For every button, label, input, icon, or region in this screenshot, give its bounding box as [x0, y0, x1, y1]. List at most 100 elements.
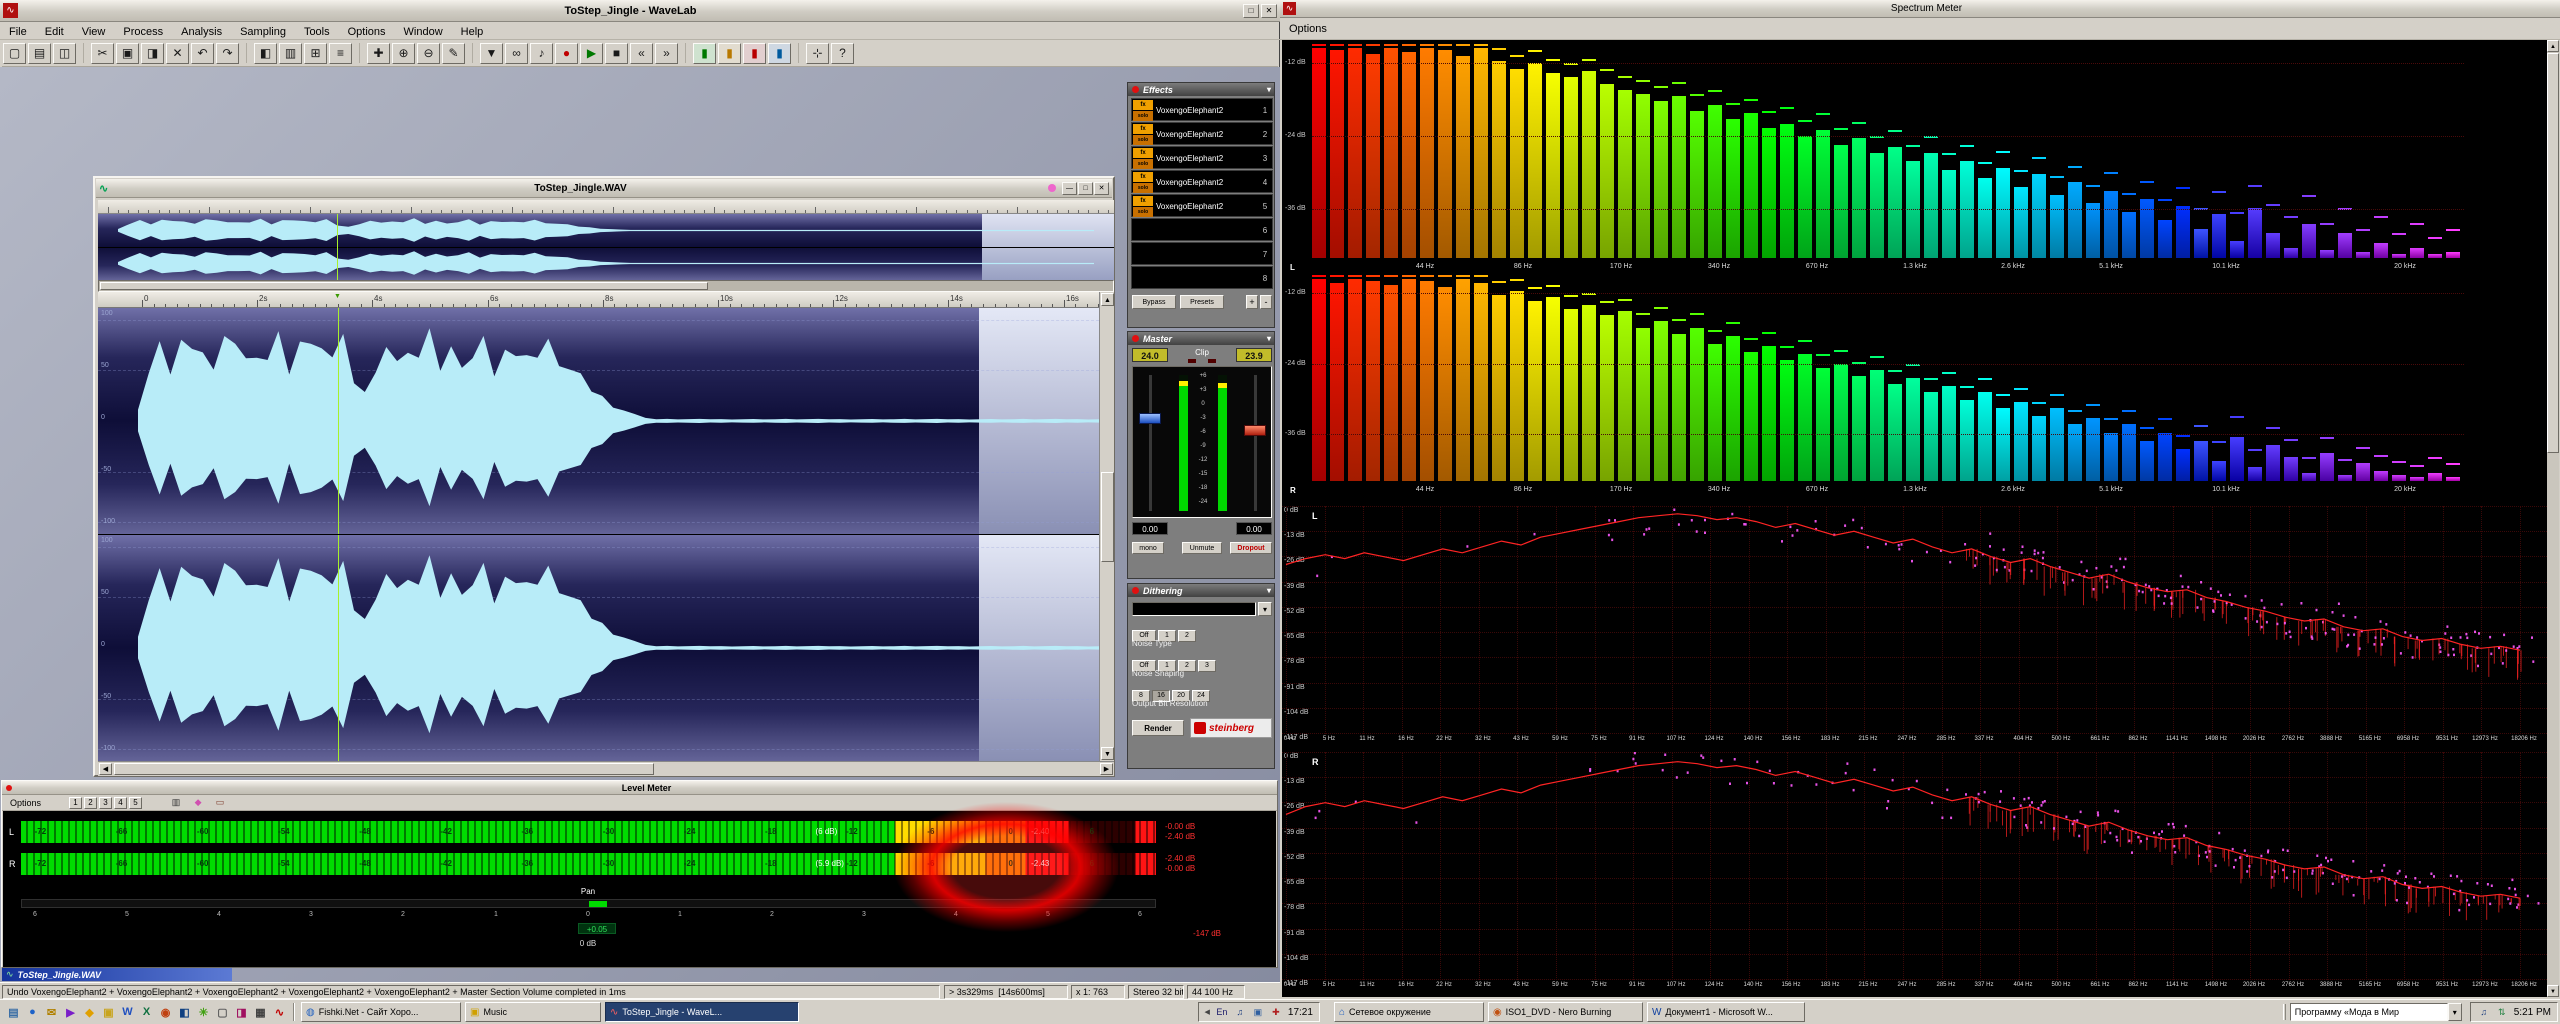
new-file-icon[interactable]: ▢: [3, 42, 26, 64]
task-wavelab[interactable]: ∿ ToStep_Jingle - WaveL...: [605, 1002, 799, 1022]
menu-view[interactable]: View: [73, 23, 115, 41]
quicklaunch-word-icon[interactable]: W: [118, 1003, 137, 1022]
task-network[interactable]: ⌂ Сетевое окружение: [1333, 1002, 1484, 1022]
tray-language-indicator[interactable]: En: [1215, 1005, 1229, 1019]
rewind-icon[interactable]: «: [630, 42, 653, 64]
overview-ruler[interactable]: [98, 200, 1114, 214]
deskband-grip[interactable]: [2282, 1004, 2286, 1020]
task-word[interactable]: W Документ1 - Microsoft W...: [1646, 1002, 1805, 1022]
help-icon[interactable]: ?: [831, 42, 854, 64]
tray-collapse-icon[interactable]: ◀: [1205, 1008, 1210, 1016]
minimize-button[interactable]: —: [1062, 181, 1077, 195]
meter-preset-button-1[interactable]: 1: [69, 796, 83, 809]
effect-name[interactable]: VoxengoElephant2: [1156, 147, 1258, 170]
snap-icon[interactable]: ⊹: [806, 42, 829, 64]
time-ruler[interactable]: 0 2s 4s 6s 8s 10s 12s 14s 16s ▼: [98, 292, 1099, 308]
spectrum-scrollbar[interactable]: ▲ ▼: [2547, 40, 2559, 997]
task-music[interactable]: ▣ Music: [465, 1002, 601, 1022]
restore-button[interactable]: □: [1243, 3, 1259, 18]
dithering-panel-header[interactable]: Dithering ▾: [1128, 584, 1274, 597]
deskband-field[interactable]: Программу «Мода в Мир: [2289, 1003, 2448, 1021]
deskband[interactable]: Программу «Мода в Мир ▾: [2282, 1002, 2462, 1022]
quicklaunch-notepad-icon[interactable]: ▢: [213, 1003, 232, 1022]
quicklaunch-paint-icon[interactable]: ◨: [232, 1003, 251, 1022]
solo-button[interactable]: solo: [1133, 159, 1153, 169]
tray-display-icon[interactable]: ▣: [1251, 1005, 1265, 1019]
master-fader-right[interactable]: [1244, 425, 1266, 436]
pencil-icon[interactable]: ✎: [442, 42, 465, 64]
fx-button[interactable]: fx: [1133, 124, 1153, 134]
reset-peaks-icon[interactable]: ◆: [190, 797, 206, 809]
tray-antivirus-icon[interactable]: ✚: [1269, 1005, 1283, 1019]
scroll-down-icon[interactable]: ▼: [1101, 747, 1114, 760]
quicklaunch-player-icon[interactable]: ▶: [61, 1003, 80, 1022]
scroll-left-icon[interactable]: ◀: [99, 763, 112, 775]
select-tool-icon[interactable]: ✚: [367, 42, 390, 64]
clock-left[interactable]: 17:21: [1288, 1007, 1313, 1018]
remove-effect-button[interactable]: -: [1260, 295, 1272, 309]
spectrum-button-icon[interactable]: ▮: [718, 42, 741, 64]
close-button[interactable]: ✕: [1261, 3, 1277, 18]
quicklaunch-wavelab-icon[interactable]: ∿: [270, 1003, 289, 1022]
zoom-in-icon[interactable]: ⊕: [392, 42, 415, 64]
view-layout-icon[interactable]: ◧: [254, 42, 277, 64]
meter-style-icon[interactable]: ▥: [168, 797, 184, 809]
level-meter-options-menu[interactable]: Options: [2, 798, 49, 808]
level-meter-button-icon[interactable]: ▮: [693, 42, 716, 64]
undo-icon[interactable]: ↶: [191, 42, 214, 64]
tray-network-icon[interactable]: ⇅: [2495, 1005, 2509, 1019]
dither-plugin-select[interactable]: [1132, 602, 1256, 616]
menu-help[interactable]: Help: [452, 23, 493, 41]
maximize-button[interactable]: □: [1078, 181, 1093, 195]
solo-button[interactable]: solo: [1133, 135, 1153, 145]
view-config-icon[interactable]: ≡: [329, 42, 352, 64]
quicklaunch-excel-icon[interactable]: X: [137, 1003, 156, 1022]
mono-button[interactable]: mono: [1132, 542, 1164, 554]
phase-button-icon[interactable]: ▮: [743, 42, 766, 64]
effect-name[interactable]: VoxengoElephant2: [1156, 195, 1258, 218]
task-nero[interactable]: ◉ ISO1_DVD - Nero Burning: [1487, 1002, 1643, 1022]
fx-button[interactable]: fx: [1133, 172, 1153, 182]
panel-menu-icon[interactable]: ▾: [1267, 586, 1271, 595]
spectrum-titlebar[interactable]: ∿ Spectrum Meter: [1280, 0, 2560, 18]
copy-icon[interactable]: ▣: [116, 42, 139, 64]
quicklaunch-mail-icon[interactable]: ✉: [42, 1003, 61, 1022]
zoom-out-icon[interactable]: ⊖: [417, 42, 440, 64]
play-icon[interactable]: ▶: [580, 42, 603, 64]
unmute-button[interactable]: Unmute: [1182, 542, 1222, 554]
effects-panel-header[interactable]: Effects ▾: [1128, 83, 1274, 96]
record-icon[interactable]: ●: [555, 42, 578, 64]
doc-close-button[interactable]: ✕: [1094, 181, 1109, 195]
clip-led-right[interactable]: [1208, 359, 1216, 363]
status-zoom[interactable]: x 1: 763: [1071, 985, 1125, 999]
wave-scope-button-icon[interactable]: ▮: [768, 42, 791, 64]
effect-name[interactable]: VoxengoElephant2: [1156, 171, 1258, 194]
menu-sampling[interactable]: Sampling: [231, 23, 295, 41]
redo-icon[interactable]: ↷: [216, 42, 239, 64]
delete-icon[interactable]: ✕: [166, 42, 189, 64]
status-format[interactable]: Stereo 32 bit: [1128, 985, 1184, 999]
tray-volume-icon[interactable]: ♫: [1233, 1005, 1247, 1019]
document-titlebar[interactable]: ∿ ToStep_Jingle.WAV — □ ✕: [96, 179, 1112, 198]
vertical-scrollbar[interactable]: ▲ ▼: [1099, 292, 1114, 761]
minimized-document-bar[interactable]: ∿ ToStep_Jingle.WAV: [2, 968, 232, 981]
spectrum-options-menu[interactable]: Options: [1280, 23, 1336, 35]
effect-name[interactable]: VoxengoElephant2: [1156, 123, 1258, 146]
fx-button[interactable]: fx: [1133, 100, 1153, 110]
master-fader-left[interactable]: [1139, 413, 1161, 424]
bypass-button[interactable]: Bypass: [1132, 295, 1176, 309]
quicklaunch-browser-icon[interactable]: ●: [23, 1003, 42, 1022]
status-time[interactable]: > 3s329ms [14s600ms]: [944, 985, 1068, 999]
quicklaunch-photoshop-icon[interactable]: ◧: [175, 1003, 194, 1022]
quicklaunch-show-desktop-icon[interactable]: ▤: [4, 1003, 23, 1022]
clear-meter-icon[interactable]: ▭: [212, 797, 228, 809]
stop-icon[interactable]: ■: [605, 42, 628, 64]
quicklaunch-folder-icon[interactable]: ▣: [99, 1003, 118, 1022]
clock-right[interactable]: 5:21 PM: [2514, 1007, 2551, 1018]
solo-button[interactable]: solo: [1133, 111, 1153, 121]
quicklaunch-icq-icon[interactable]: ✳: [194, 1003, 213, 1022]
save-icon[interactable]: ◫: [53, 42, 76, 64]
meter-preset-button-3[interactable]: 3: [99, 796, 113, 809]
meter-preset-button-4[interactable]: 4: [114, 796, 128, 809]
wavelab-titlebar[interactable]: ∿ ToStep_Jingle - WaveLab □ ✕: [0, 0, 1280, 22]
